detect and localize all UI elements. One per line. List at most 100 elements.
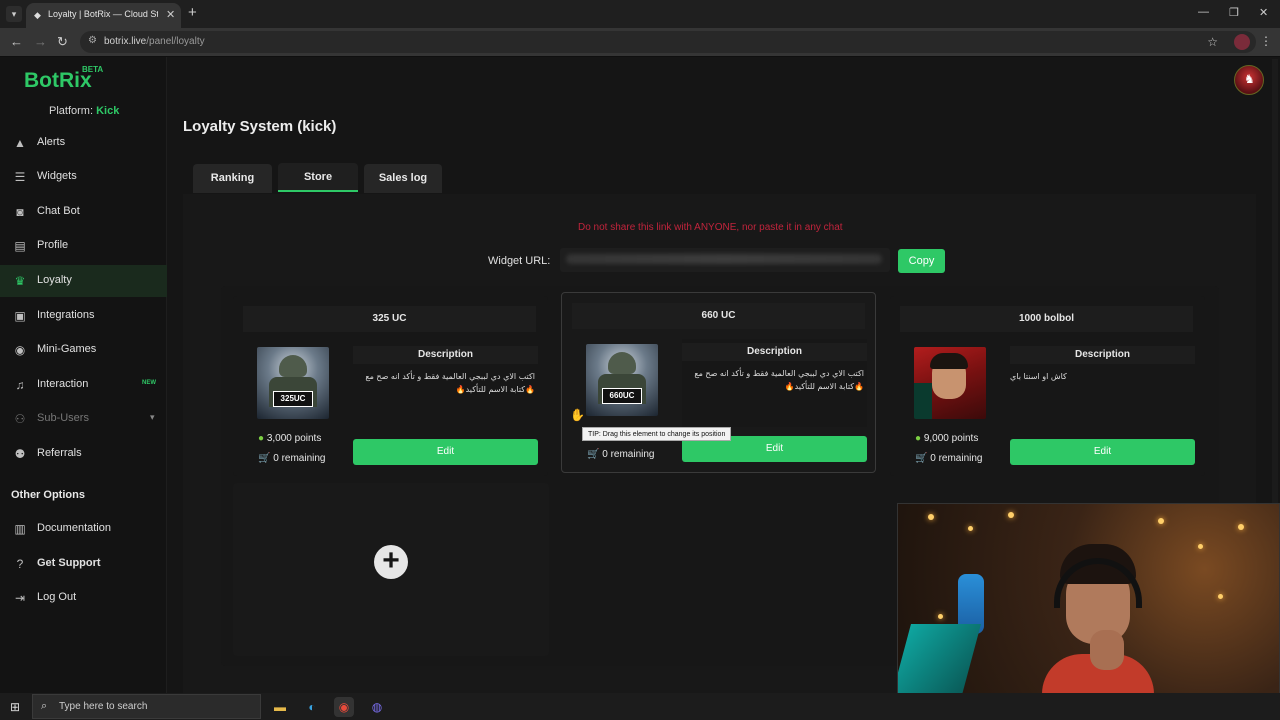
bookmark-star-icon[interactable]: ☆ [1207,35,1218,49]
browser-menu-icon[interactable]: ⋮ [1260,34,1272,48]
sidebar-item-integrations[interactable]: ▣ Integrations [0,300,167,332]
user-avatar[interactable]: ♞ [1234,65,1264,95]
back-icon[interactable]: ← [10,34,23,49]
plus-circle-icon[interactable]: + [374,545,408,579]
url-path: /panel/loyalty [146,36,205,47]
helmet-shape [279,355,307,377]
store-item-card[interactable]: 1000 bolbol Description كاش او اسنتا باي… [890,296,1205,476]
address-toolbar: ← → ↻ ⚙ botrix.live/panel/loyalty ☆ ⋮ [0,28,1280,56]
description-text: كاش او اسنتا باي [1010,372,1067,381]
edge-icon[interactable]: ◐ [302,697,322,717]
helmet-shape [608,352,636,374]
windows-start-icon[interactable]: ⊞ [10,700,20,714]
hand-cursor-icon: ✋ [570,408,585,422]
item-remaining: 🛒 0 remaining [258,453,326,464]
file-explorer-icon[interactable]: ▬ [270,697,290,717]
sidebar-item-loyalty[interactable]: ♛ Loyalty [0,265,167,297]
site-info-icon[interactable]: ⚙ [88,35,97,46]
sidebar-item-interaction[interactable]: ♫ Interaction NEW [0,369,167,401]
document-icon: ▥ [14,522,26,536]
url-host: botrix.live [104,36,147,47]
url-bar[interactable]: ⚙ botrix.live/panel/loyalty ☆ [80,31,1256,53]
reload-icon[interactable]: ↻ [57,34,68,50]
mic-shape [914,383,932,419]
sidebar-item-referrals[interactable]: ⚉ Referrals [0,438,167,470]
sidebar-item-widgets[interactable]: ☰ Widgets [0,161,167,193]
edit-button[interactable]: Edit [353,439,538,465]
item-remaining: 🛒 0 remaining [915,453,983,464]
sidebar-item-label: Sub-Users [37,412,89,424]
browser-profile-avatar[interactable] [1234,34,1250,50]
drag-tooltip: TIP: Drag this element to change its pos… [582,427,732,441]
other-options-heading: Other Options [11,489,85,501]
tab-close-icon[interactable]: ✕ [166,8,175,21]
trophy-icon: ♛ [14,274,26,288]
new-tab-icon[interactable]: + [188,4,197,21]
tab-list-dropdown-icon[interactable]: ▾ [6,6,22,22]
cart-icon: 🛒 [258,453,271,464]
string-light [1198,544,1203,549]
robot-icon: ◙ [16,205,24,219]
string-light [1158,518,1164,524]
chrome-icon[interactable]: ◉ [334,697,354,717]
tab-store[interactable]: Store [278,163,358,192]
cart-icon: 🛒 [587,449,600,460]
add-item-card[interactable]: + [233,483,549,656]
edit-button[interactable]: Edit [1010,439,1195,465]
hair-shape [930,353,968,369]
help-icon: ? [16,557,24,571]
profile-card-icon: ▤ [14,239,26,253]
tab-sales-log[interactable]: Sales log [364,164,442,193]
copy-button[interactable]: Copy [898,249,945,273]
sidebar-item-label: Interaction [37,378,89,390]
minimize-icon[interactable]: — [1198,6,1209,18]
remaining-value: 0 remaining [273,453,326,464]
sidebar-item-chat-bot[interactable]: ◙ Chat Bot [0,196,167,228]
string-light [938,614,943,619]
new-badge: NEW [142,380,156,386]
logout-icon: ⇥ [14,591,26,605]
points-value: 3,000 points [266,433,322,444]
widgets-icon: ☰ [14,170,26,184]
sidebar: BotRix BETA Platform: Kick ▲ Alerts ☰ Wi… [0,57,167,693]
description-heading: Description [353,346,538,364]
item-remaining: 🛒 0 remaining [587,449,655,460]
widget-url-field[interactable] [560,248,890,272]
description-box: Description اكتب الاي دي لببجي العالمية … [682,339,867,427]
sidebar-item-sub-users[interactable]: ⚇ Sub-Users ▾ [0,403,167,435]
sidebar-item-label: Documentation [37,522,111,534]
item-title: 325 UC [243,306,536,332]
sidebar-item-log-out[interactable]: ⇥ Log Out [0,582,167,614]
window-close-icon[interactable]: ✕ [1259,6,1268,19]
item-image: 660UC [586,344,658,416]
sidebar-item-alerts[interactable]: ▲ Alerts [0,127,167,159]
beta-badge: BETA [82,65,104,74]
forward-icon[interactable]: → [34,34,47,49]
share-warning: Do not share this link with ANYONE, nor … [578,222,843,233]
sidebar-item-get-support[interactable]: ? Get Support [0,548,167,580]
coins-icon: ● [258,433,265,444]
store-item-card[interactable]: 325 UC 325UC Description اكتب الاي دي لب… [233,296,548,476]
sidebar-item-mini-games[interactable]: ◉ Mini-Games [0,334,167,366]
description-text: اكتب الاي دي لببجي العالمية فقط و تأكد ا… [694,369,864,391]
sidebar-item-profile[interactable]: ▤ Profile [0,230,167,262]
taskbar-search[interactable]: ⌕ Type here to search [32,694,261,719]
sidebar-item-documentation[interactable]: ▥ Documentation [0,513,167,545]
sidebar-item-label: Log Out [37,591,77,603]
tab-ranking[interactable]: Ranking [193,164,272,193]
restore-icon[interactable]: ❐ [1229,6,1239,19]
sidebar-item-label: Mini-Games [37,343,97,355]
store-item-card[interactable]: 660 UC 660UC Description اكتب الاي دي لب… [561,292,876,473]
widget-url-label: Widget URL: [488,255,551,267]
avatar-figure-icon: ♞ [1244,72,1255,86]
search-placeholder: Type here to search [59,701,148,712]
sidebar-item-label: Integrations [37,309,95,321]
discord-icon[interactable]: ◍ [367,697,387,717]
points-value: 9,000 points [923,433,979,444]
description-box: Description كاش او اسنتا باي [1010,342,1195,430]
browser-tab[interactable]: ◆ Loyalty | BotRix — Cloud Stream ✕ [26,3,181,28]
uc-tag: 325UC [273,391,313,407]
sidebar-item-label: Widgets [37,170,77,182]
sidebar-item-label: Profile [37,239,69,251]
page-title: Loyalty System (kick) [183,118,337,135]
